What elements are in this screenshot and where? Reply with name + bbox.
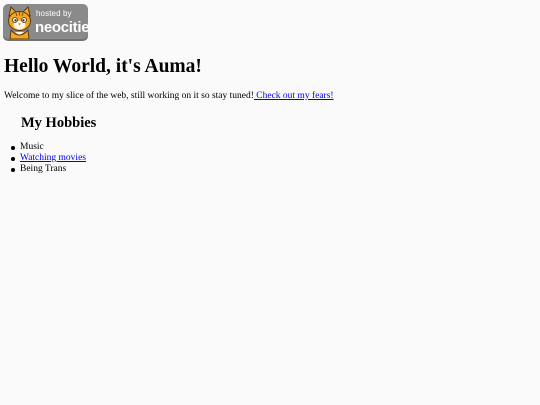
neocities-cat-icon — [8, 6, 31, 39]
bullet-icon — [11, 146, 15, 150]
hobbies-list: Music Watching movies Being Trans — [11, 142, 86, 175]
hobby-item-being-trans: Being Trans — [11, 164, 86, 175]
intro-paragraph: Welcome to my slice of the web, still wo… — [4, 90, 334, 102]
hobby-label: Being Trans — [20, 164, 67, 174]
fears-link[interactable]: Check out my fears! — [254, 91, 333, 101]
badge-brand-text: neocities — [35, 19, 88, 36]
neocities-badge-link[interactable]: hosted by neocities — [3, 4, 88, 41]
hobbies-heading: My Hobbies — [21, 115, 97, 131]
hobby-item-music: Music — [11, 142, 86, 153]
page-title: Hello World, it's Auma! — [4, 56, 202, 77]
page: hosted by neocities Hello World, it's Au… — [0, 0, 540, 405]
intro-text: Welcome to my slice of the web, still wo… — [4, 91, 254, 101]
hobby-item-watching-movies: Watching movies — [11, 153, 86, 164]
hobby-label: Music — [20, 142, 44, 152]
badge-hosted-by-text: hosted by — [36, 9, 72, 18]
bullet-icon — [11, 168, 15, 172]
bullet-icon — [11, 157, 15, 161]
watching-movies-link[interactable]: Watching movies — [20, 153, 86, 163]
